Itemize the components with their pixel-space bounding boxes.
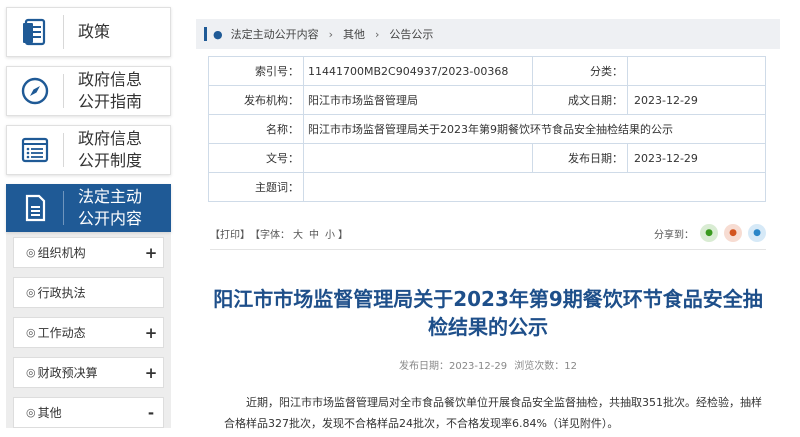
divider [210,249,766,250]
name-label: 名称： [208,114,304,144]
category-label: 分类： [532,56,628,86]
nav-statutory-content[interactable]: 法定主动 公开内容 [6,184,171,232]
nav-label: 政府信息 公开制度 [78,129,143,170]
breadcrumb-item[interactable]: 其他 [343,26,365,42]
subject-label: 主题词： [208,172,304,202]
bullet-icon: ◎ [26,406,36,419]
bullet-icon: ◎ [26,286,36,299]
sub-item-other[interactable]: ◎ 其他 - [13,397,164,428]
article-title: 阳江市市场监督管理局关于2023年第9期餐饮环节食品安全抽检结果的公示 [213,287,763,339]
file-icon [7,185,63,231]
sidebar: 政策 政府信息 公开指南 政府信息 公开制度 法定主动 公开内容 ◎ 组织机构 … [6,7,171,437]
subject-value [303,172,766,202]
view-count: 浏览次数：12 [514,361,578,372]
font-medium-link[interactable]: 中 [309,230,319,241]
qq-icon[interactable]: ● [748,224,766,242]
chevron-right-icon: › [375,27,380,41]
sub-item-label: 其他 [37,406,62,420]
article-toolbar: 【打印】 【字体：大中小】 分享到： ● ● ● [210,224,766,242]
breadcrumb: ● 法定主动公开内容 › 其他 › 公告公示 [196,19,780,49]
nav-guide[interactable]: 政府信息 公开指南 [6,66,171,116]
sub-item-news[interactable]: ◎ 工作动态 + [13,317,164,348]
nav-policy[interactable]: 政策 [6,7,171,57]
expand-icon[interactable]: + [139,244,163,262]
main-content: ● 法定主动公开内容 › 其他 › 公告公示 索引号： 11441700MB2C… [186,0,790,435]
breadcrumb-item[interactable]: 公告公示 [389,26,433,42]
nav-label: 法定主动 公开内容 [78,187,143,228]
collapse-icon[interactable]: - [139,404,163,422]
sub-item-label: 财政预决算 [37,366,98,380]
share-label: 分享到： [654,229,694,241]
nav-label: 政策 [78,22,111,41]
sub-item-label: 组织机构 [37,246,86,260]
index-label: 索引号： [208,56,304,86]
sub-item-organization[interactable]: ◎ 组织机构 + [13,237,164,268]
bullet-icon: ◎ [26,366,36,379]
sub-item-label: 工作动态 [37,326,86,340]
article-meta: 发布日期：2023-12-29 浏览次数：12 [204,357,772,372]
doc-number-value [303,143,533,173]
compass-icon [7,67,63,115]
font-size-options: 【字体：大中小】 [250,229,348,241]
index-value: 11441700MB2C904937/2023-00368 [303,56,533,86]
print-link[interactable]: 【打印】 [210,226,250,241]
article-body: 近期，阳江市市场监督管理局对全市食品餐饮单位开展食品安全监督抽检，共抽取351批… [224,396,762,430]
published-date-label: 发布日期： [532,143,628,173]
publisher-value: 阳江市市场监督管理局 [303,85,533,115]
chevron-right-icon: › [328,27,334,41]
document-icon [7,8,63,56]
doc-number-label: 文号： [208,143,304,173]
bullet-icon: ◎ [26,326,36,339]
share-bar: 分享到： ● ● ● [654,224,766,242]
list-icon [7,126,63,174]
sub-item-enforcement[interactable]: ◎ 行政执法 [13,277,164,308]
font-small-link[interactable]: 小 [325,230,335,241]
expand-icon[interactable]: + [139,364,163,382]
bullet-icon: ◎ [26,246,36,259]
created-date-label: 成文日期： [532,85,628,115]
publisher-label: 发布机构： [208,85,304,115]
sub-item-budget[interactable]: ◎ 财政预决算 + [13,357,164,388]
sub-menu: ◎ 组织机构 + ◎ 行政执法 ◎ 工作动态 + ◎ 财政预决算 + ◎ 其他 … [6,232,171,428]
name-value: 阳江市市场监督管理局关于2023年第9期餐饮环节食品安全抽检结果的公示 [303,114,766,144]
nav-label: 政府信息 公开指南 [78,70,143,111]
font-large-link[interactable]: 大 [293,230,303,241]
wechat-icon[interactable]: ● [700,224,718,242]
expand-icon[interactable]: + [139,324,163,342]
metadata-table: 索引号： 11441700MB2C904937/2023-00368 分类： 发… [208,56,766,202]
created-date-value: 2023-12-29 [627,85,766,115]
nav-system[interactable]: 政府信息 公开制度 [6,125,171,175]
published-date-value: 2023-12-29 [627,143,766,173]
weibo-icon[interactable]: ● [724,224,742,242]
category-value [627,56,766,86]
publish-date: 发布日期：2023-12-29 [398,361,508,372]
sub-item-label: 行政执法 [37,286,86,300]
location-pin-icon: ● [213,27,223,41]
breadcrumb-item[interactable]: 法定主动公开内容 [231,26,319,42]
